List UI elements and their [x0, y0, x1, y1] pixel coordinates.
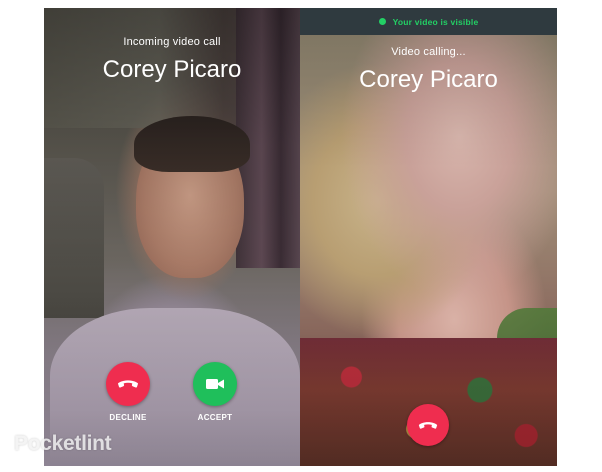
accept-button[interactable]: [193, 362, 237, 406]
video-call-comparison: Incoming video call Corey Picaro DECLINE…: [0, 0, 602, 472]
decline-button[interactable]: [106, 362, 150, 406]
decline-label: DECLINE: [109, 413, 147, 422]
video-camera-icon: [206, 379, 224, 389]
pocketlint-watermark: Pocketlint: [14, 432, 112, 456]
watermark-logo-text: Pocketlint: [14, 432, 112, 455]
end-call-button[interactable]: [407, 404, 449, 446]
status-dot-icon: [378, 18, 386, 25]
phone-hangup-icon: [117, 380, 139, 388]
incoming-call-status: Incoming video call: [123, 36, 221, 48]
video-visible-banner: Your video is visible: [300, 8, 557, 35]
incoming-caller-name: Corey Picaro: [102, 56, 242, 83]
outgoing-call-status: Video calling...: [391, 46, 466, 58]
outgoing-caller-name: Corey Picaro: [359, 66, 498, 93]
accept-label: ACCEPT: [197, 413, 233, 422]
video-visible-text: Your video is visible: [392, 16, 479, 27]
incoming-call-screen: Incoming video call Corey Picaro DECLINE…: [44, 8, 300, 466]
phone-hangup-icon: [418, 421, 438, 429]
outgoing-call-screen: Your video is visible Video calling... C…: [300, 8, 557, 466]
